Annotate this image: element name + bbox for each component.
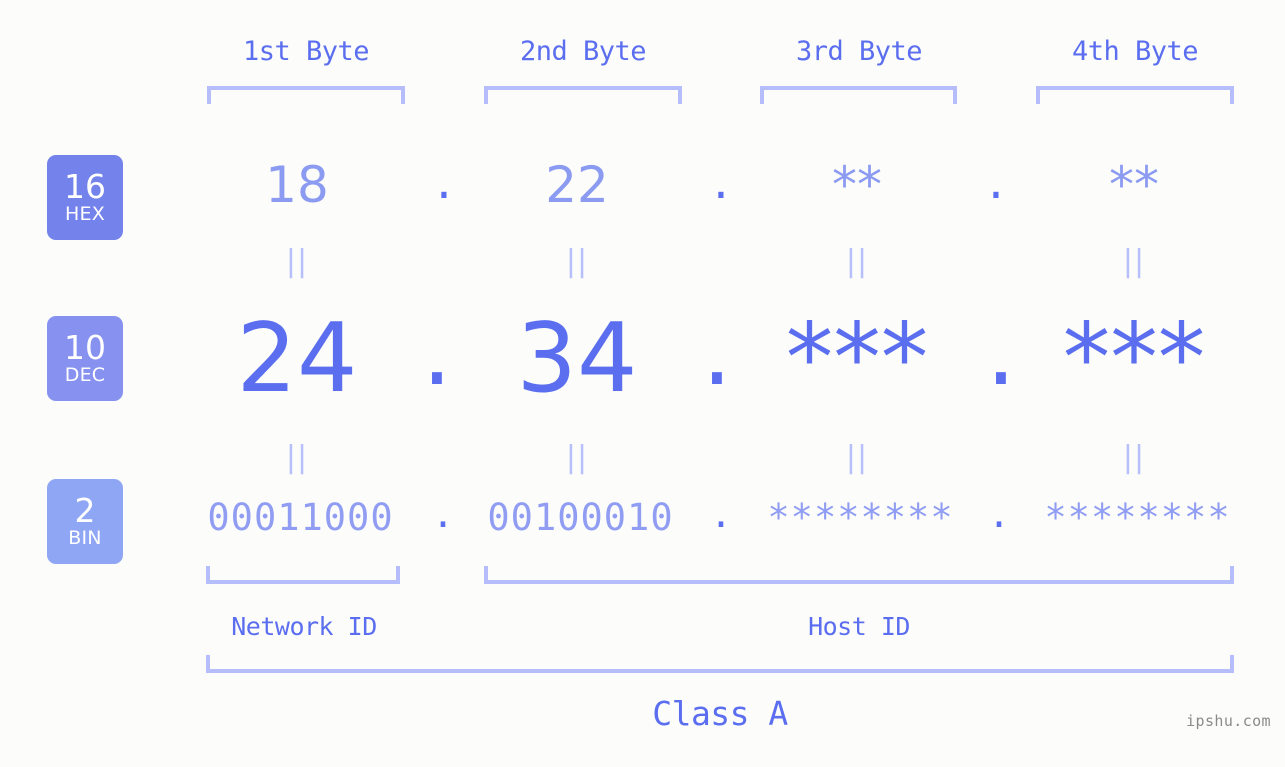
hex-dot-1: . [436,152,452,210]
base-badge-bin[interactable]: 2 BIN [47,479,123,564]
hex-byte-2: 22 [545,156,609,214]
base-badge-bin-number: 2 [74,490,96,530]
byte-bracket-top-3 [760,86,957,104]
equals-separator-hex-dec-1: || [285,244,309,279]
bin-byte-2: 00100010 [487,496,674,539]
dec-dot-1: . [421,297,453,407]
byte-bracket-top-2 [484,86,682,104]
host-id-label: Host ID [808,612,910,641]
dec-byte-4: *** [1062,304,1206,414]
host-id-bracket [484,566,1234,584]
byte-header-2: 2nd Byte [519,36,647,67]
network-id-bracket [206,566,400,584]
byte-bracket-top-1 [207,86,405,104]
base-badge-hex-label: HEX [65,202,105,225]
byte-header-3: 3rd Byte [795,36,923,67]
bin-dot-1: . [431,493,455,536]
hex-byte-1: 18 [265,156,329,214]
dec-dot-3: . [985,297,1017,407]
network-id-label: Network ID [231,612,377,641]
equals-separator-dec-bin-4: || [1122,440,1146,475]
bin-byte-1: 00011000 [207,496,394,539]
base-badge-dec-number: 10 [64,327,106,367]
dec-dot-2: . [701,297,733,407]
equals-separator-hex-dec-3: || [845,244,869,279]
hex-dot-3: . [988,152,1004,210]
class-bracket [206,655,1234,673]
ip-address-breakdown-diagram: 1st Byte 2nd Byte 3rd Byte 4th Byte 16 H… [0,0,1285,767]
dec-byte-2: 34 [516,304,638,414]
watermark: ipshu.com [1186,712,1271,730]
dec-byte-1: 24 [236,304,358,414]
base-badge-hex-number: 16 [64,166,106,206]
hex-dot-2: . [713,152,729,210]
bin-dot-3: . [987,493,1011,536]
byte-bracket-top-4 [1036,86,1234,104]
byte-header-1: 1st Byte [242,36,370,67]
base-badge-dec[interactable]: 10 DEC [47,316,123,401]
dec-byte-3: *** [785,304,929,414]
base-badge-bin-label: BIN [68,526,102,549]
base-badge-dec-label: DEC [64,363,106,386]
hex-byte-3: ** [832,156,882,214]
equals-separator-hex-dec-4: || [1122,244,1146,279]
equals-separator-dec-bin-2: || [565,440,589,475]
bin-byte-3: ******** [767,496,954,539]
base-badge-hex[interactable]: 16 HEX [47,155,123,240]
hex-byte-4: ** [1109,156,1159,214]
equals-separator-dec-bin-1: || [285,440,309,475]
equals-separator-dec-bin-3: || [845,440,869,475]
byte-header-4: 4th Byte [1071,36,1199,67]
class-label: Class A [652,694,788,733]
bin-dot-2: . [709,493,733,536]
equals-separator-hex-dec-2: || [565,244,589,279]
bin-byte-4: ******** [1044,496,1231,539]
